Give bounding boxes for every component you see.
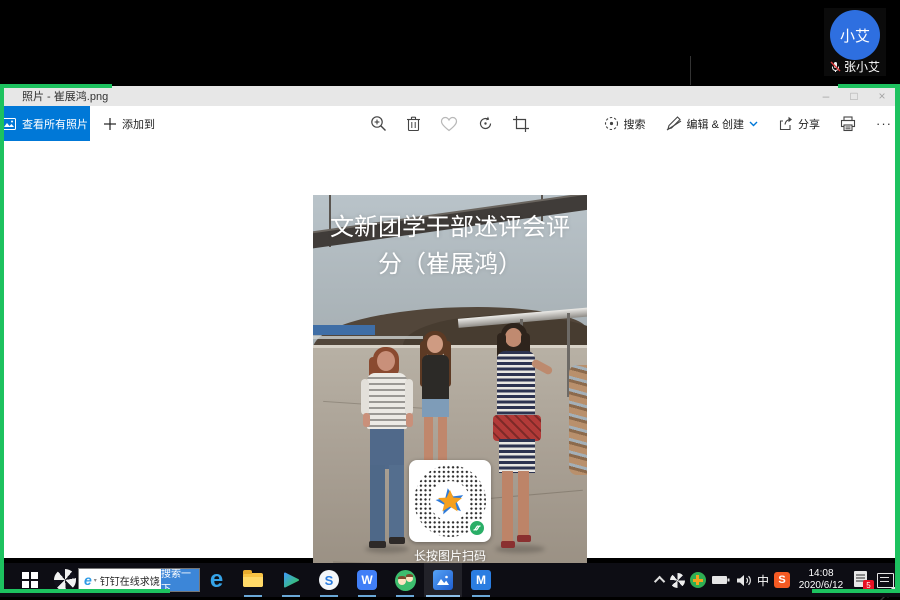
edit-create-label: 编辑 & 创建 xyxy=(687,116,744,132)
open-app-indicator xyxy=(320,595,338,597)
title-bar[interactable]: 照片 - 崔展鸿.png – □ × xyxy=(0,86,900,106)
participant-avatar-text: 小艾 xyxy=(840,25,870,46)
open-app-indicator xyxy=(244,595,262,597)
taskbar-m-app[interactable]: M xyxy=(462,563,500,597)
photo-blue-building xyxy=(313,325,375,335)
mountain-m-app-icon: M xyxy=(471,570,491,590)
share-border-right xyxy=(895,84,900,593)
close-button[interactable]: × xyxy=(868,86,896,106)
search-caret-icon: ▾ xyxy=(94,577,97,584)
share-label: 分享 xyxy=(798,116,820,132)
delete-icon[interactable] xyxy=(406,115,421,132)
photo-collection-icon xyxy=(2,118,16,130)
maximize-button[interactable]: □ xyxy=(840,86,868,106)
qr-code[interactable] xyxy=(409,460,491,542)
visual-search-icon xyxy=(604,116,619,131)
share-button[interactable]: 分享 xyxy=(778,116,820,132)
overlay-window-edge xyxy=(690,56,691,85)
share-icon xyxy=(778,116,793,131)
photos-app-icon xyxy=(433,570,453,590)
add-to-button[interactable]: 添加到 xyxy=(104,116,155,132)
add-to-label: 添加到 xyxy=(122,116,155,132)
edge-icon: e xyxy=(210,566,223,594)
share-border-left xyxy=(0,84,4,593)
taskbar-meeting-app[interactable] xyxy=(386,563,424,597)
notification-app-icon[interactable]: 5 xyxy=(852,570,872,590)
share-border-top-left xyxy=(0,84,112,88)
photo-overlay-title: 文新团学干部述评会评分（崔展鸿） xyxy=(323,209,577,283)
taskbar-tencent-video[interactable] xyxy=(272,563,310,597)
wps-icon: W xyxy=(357,570,377,590)
taskbar-sogou-browser[interactable]: S xyxy=(310,563,348,597)
ie-icon: e xyxy=(84,572,92,588)
crop-icon[interactable] xyxy=(513,116,529,132)
chevron-down-icon xyxy=(749,121,758,127)
open-app-indicator xyxy=(282,595,300,597)
open-app-indicator xyxy=(396,595,414,597)
qr-center-logo xyxy=(430,481,470,521)
people-avatars-icon xyxy=(395,570,416,591)
search-input[interactable]: 钉钉在线求饶 xyxy=(100,573,161,588)
open-app-indicator xyxy=(472,595,490,597)
rotate-icon[interactable] xyxy=(477,115,494,132)
meeting-participant-tile[interactable]: 小艾 张小艾 xyxy=(824,8,886,76)
edit-create-button[interactable]: 编辑 & 创建 xyxy=(666,116,758,132)
plus-icon xyxy=(104,118,116,130)
taskbar-file-explorer[interactable] xyxy=(234,563,272,597)
photos-app-window: 照片 - 崔展鸿.png – □ × 查看所有照片 xyxy=(0,86,900,558)
speaker-icon[interactable] xyxy=(736,574,752,587)
qr-caption: 长按图片扫码 xyxy=(313,547,587,564)
zoom-icon[interactable] xyxy=(370,115,387,132)
visual-search-button[interactable]: 搜索 xyxy=(604,116,646,132)
tray-pinwheel-icon[interactable] xyxy=(670,573,685,588)
taskbar-photos-app[interactable] xyxy=(424,563,462,597)
participant-name: 张小艾 xyxy=(844,58,880,75)
photo-person-left xyxy=(359,345,415,555)
photo-image[interactable]: 文新团学干部述评会评分（崔展鸿） xyxy=(313,195,587,592)
ime-language-indicator[interactable]: 中 xyxy=(757,572,769,589)
photo-person-edge xyxy=(569,365,587,505)
active-app-indicator xyxy=(426,595,460,597)
photo-person-right xyxy=(485,323,555,555)
photo-fence xyxy=(313,336,423,339)
action-center-icon[interactable] xyxy=(877,573,894,588)
share-border-top-right xyxy=(838,84,900,88)
edit-pencil-icon xyxy=(666,116,682,131)
sogou-ime-icon[interactable]: S xyxy=(774,572,790,588)
share-border-bottom-right xyxy=(812,589,900,593)
microphone-muted-icon xyxy=(830,61,841,73)
visual-search-label: 搜索 xyxy=(624,116,646,132)
window-title: 照片 - 崔展鸿.png xyxy=(22,88,108,104)
pinwheel-app-icon[interactable] xyxy=(54,569,76,591)
photo-viewer-area: 文新团学干部述评会评分（崔展鸿） xyxy=(0,141,900,558)
tray-expand-chevron-icon[interactable] xyxy=(654,576,665,587)
desktop-screen: 小艾 张小艾 照片 - 崔展鸿.png – □ × xyxy=(0,0,900,600)
wechat-icon xyxy=(468,519,486,537)
print-icon[interactable] xyxy=(840,116,856,132)
photos-toolbar: 查看所有照片 添加到 xyxy=(0,106,900,141)
battery-icon[interactable] xyxy=(711,574,731,586)
minimize-button[interactable]: – xyxy=(812,86,840,106)
share-border-bottom-left xyxy=(0,589,170,593)
windows-logo-icon xyxy=(22,572,38,588)
view-all-photos-label: 查看所有照片 xyxy=(22,116,88,132)
play-icon xyxy=(281,570,301,590)
taskbar-edge[interactable]: e xyxy=(196,563,234,597)
star-logo-icon xyxy=(434,485,466,517)
favorite-heart-icon[interactable] xyxy=(440,116,458,132)
tray-antivirus-icon[interactable] xyxy=(690,572,706,588)
participant-avatar: 小艾 xyxy=(830,10,880,60)
tray-time: 14:08 xyxy=(795,568,847,580)
more-options-button[interactable]: ··· xyxy=(876,116,892,131)
sogou-icon: S xyxy=(319,570,339,590)
folder-icon xyxy=(243,573,263,587)
open-app-indicator xyxy=(358,595,376,597)
view-all-photos-button[interactable]: 查看所有照片 xyxy=(0,106,90,141)
taskbar-wps[interactable]: W xyxy=(348,563,386,597)
